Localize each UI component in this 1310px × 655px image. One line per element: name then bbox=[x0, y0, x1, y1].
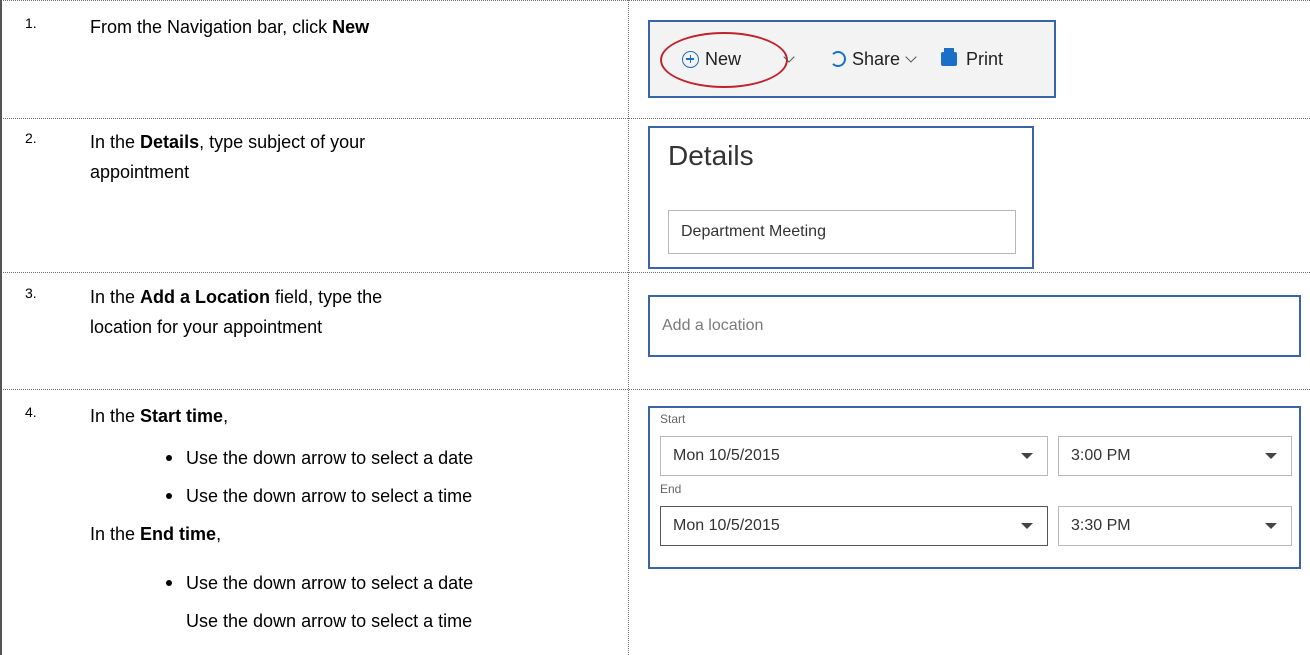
table-column-divider bbox=[628, 0, 629, 655]
table-row-divider bbox=[0, 272, 1310, 273]
list-item: Use the down arrow to select a time bbox=[166, 481, 472, 511]
step-number: 1. bbox=[25, 15, 37, 31]
start-time-select[interactable]: 3:00 PM bbox=[1058, 436, 1292, 476]
step-instruction: In the Add a Location field, type the lo… bbox=[90, 287, 383, 337]
step-number: 2. bbox=[25, 130, 37, 146]
dropdown-arrow-icon[interactable] bbox=[1265, 453, 1277, 459]
start-time-value: 3:00 PM bbox=[1071, 447, 1131, 464]
step-instruction: In the Details, type subject of your app… bbox=[90, 132, 366, 182]
step-number: 4. bbox=[25, 404, 37, 420]
dropdown-arrow-icon[interactable] bbox=[1265, 523, 1277, 529]
end-time-select[interactable]: 3:30 PM bbox=[1058, 506, 1292, 546]
location-placeholder: Add a location bbox=[662, 317, 764, 334]
end-time-value: 3:30 PM bbox=[1071, 517, 1131, 534]
table-top-rule bbox=[0, 0, 1310, 1]
bullet-icon bbox=[166, 580, 172, 586]
share-button-label: Share bbox=[852, 48, 901, 69]
print-button[interactable]: Print bbox=[941, 22, 1003, 96]
start-date-select[interactable]: Mon 10/5/2015 bbox=[660, 436, 1048, 476]
step-number: 3. bbox=[25, 285, 37, 301]
share-icon bbox=[830, 51, 846, 67]
step-instruction: In the End time, bbox=[90, 524, 222, 544]
new-button-label: New bbox=[705, 48, 742, 69]
table-left-border bbox=[0, 0, 2, 655]
new-dropdown-button[interactable] bbox=[778, 22, 795, 96]
chevron-down-icon bbox=[783, 50, 795, 63]
print-icon bbox=[941, 48, 957, 66]
table-row-divider bbox=[0, 118, 1310, 119]
step-instruction: Use the down arrow to select a time bbox=[186, 611, 473, 631]
share-button[interactable]: Share bbox=[830, 22, 917, 96]
list-item: Use the down arrow to select a date bbox=[166, 568, 473, 598]
print-button-label: Print bbox=[966, 48, 1004, 69]
step-instruction: In the Start time, bbox=[90, 406, 229, 426]
navigation-bar-screenshot: New Share Print bbox=[648, 20, 1056, 98]
subject-input[interactable]: Department Meeting bbox=[668, 210, 1016, 254]
step-instruction: From the Navigation bar, click New bbox=[90, 17, 370, 37]
details-panel-screenshot: Details Department Meeting bbox=[648, 126, 1034, 269]
end-label: End bbox=[660, 482, 682, 496]
chevron-down-icon bbox=[905, 50, 917, 63]
end-date-select[interactable]: Mon 10/5/2015 bbox=[660, 506, 1048, 546]
bullet-icon bbox=[166, 455, 172, 461]
date-time-screenshot: Start Mon 10/5/2015 3:00 PM End Mon 10/5… bbox=[648, 406, 1301, 569]
start-label: Start bbox=[660, 412, 686, 426]
table-row-divider bbox=[0, 389, 1310, 390]
start-date-value: Mon 10/5/2015 bbox=[673, 447, 780, 464]
plus-circle-icon bbox=[682, 50, 699, 68]
location-input[interactable]: Add a location bbox=[650, 297, 1299, 355]
bullet-icon bbox=[166, 493, 172, 499]
end-date-value: Mon 10/5/2015 bbox=[673, 517, 780, 534]
details-title: Details bbox=[668, 140, 754, 171]
dropdown-arrow-icon[interactable] bbox=[1021, 523, 1033, 529]
dropdown-arrow-icon[interactable] bbox=[1021, 453, 1033, 459]
new-button[interactable]: New bbox=[682, 22, 741, 96]
list-item: Use the down arrow to select a date bbox=[166, 443, 473, 473]
location-field-screenshot: Add a location bbox=[648, 295, 1301, 357]
